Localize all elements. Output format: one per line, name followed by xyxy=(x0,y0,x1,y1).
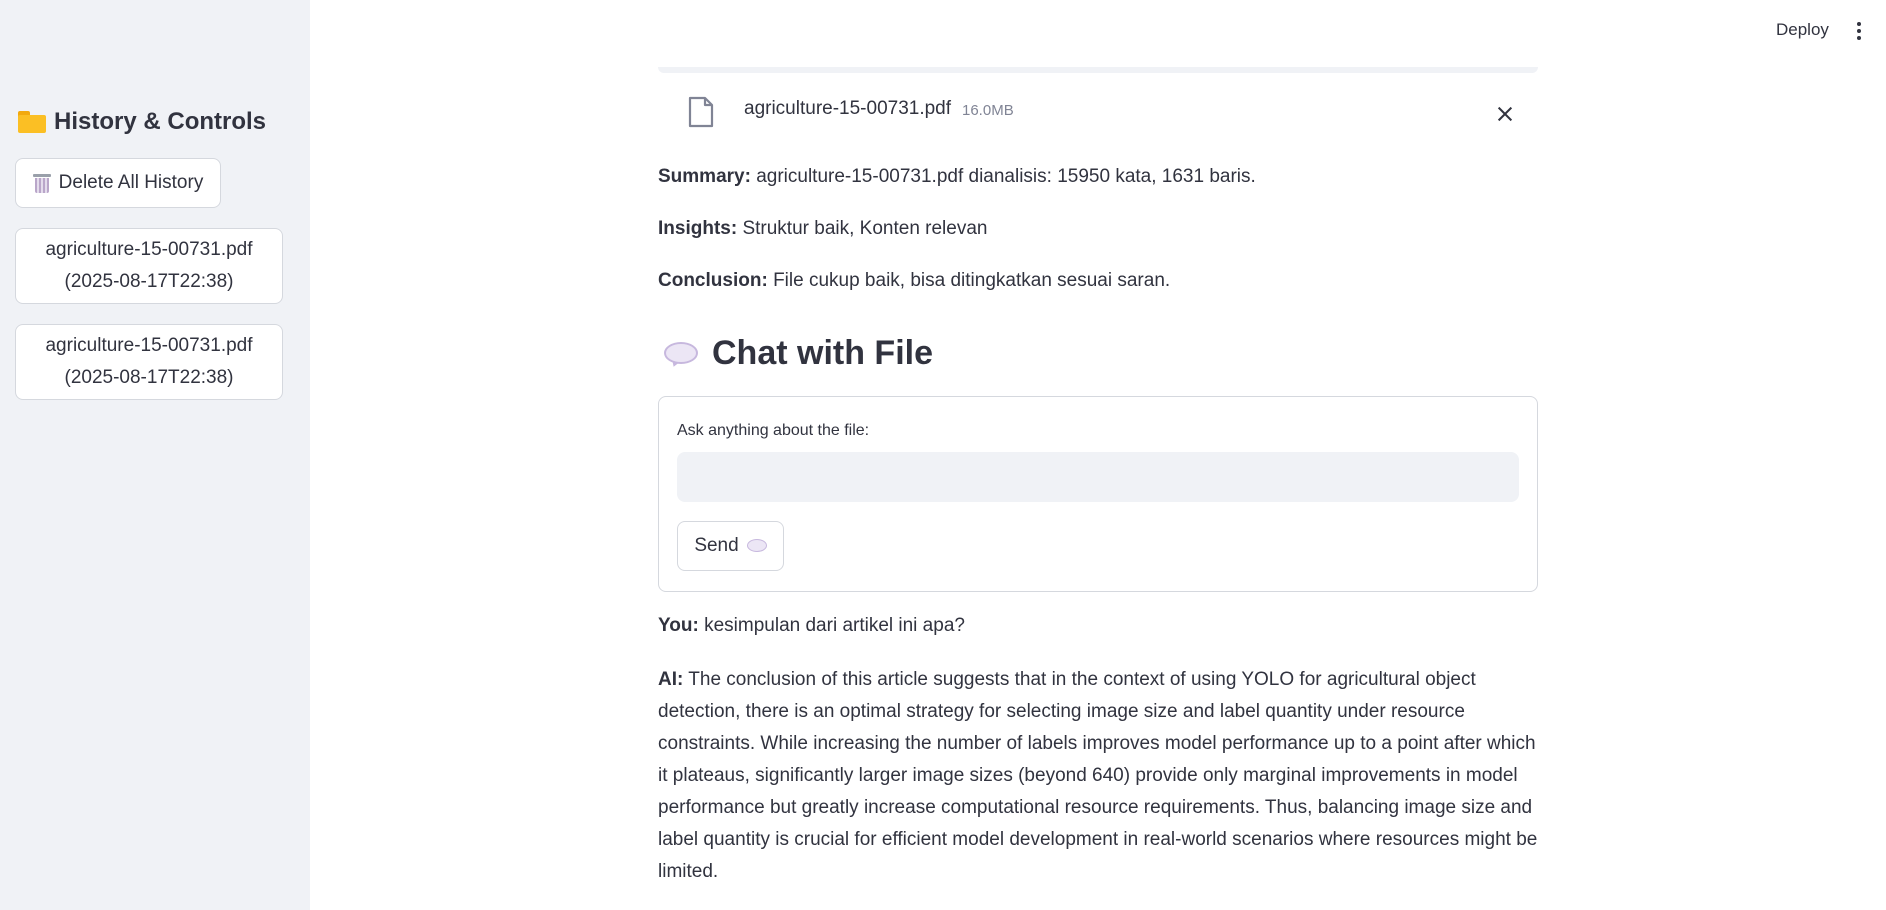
history-item-time: (2025-08-17T22:38) xyxy=(64,271,234,292)
insights-line: Insights: Struktur baik, Konten relevan xyxy=(658,218,987,240)
history-item[interactable]: agriculture-15-00731.pdf (2025-08-17T22:… xyxy=(15,228,283,304)
insights-text: Struktur baik, Konten relevan xyxy=(742,218,988,239)
send-label: Send xyxy=(694,535,739,556)
ai-message-label: AI: xyxy=(658,669,684,690)
file-icon xyxy=(688,96,714,128)
summary-text: agriculture-15-00731.pdf dianalisis: 159… xyxy=(756,166,1256,187)
user-message-text: kesimpulan dari artikel ini apa? xyxy=(704,615,965,636)
insights-label: Insights: xyxy=(658,218,738,239)
deploy-button[interactable]: Deploy xyxy=(1776,20,1829,40)
file-uploader-bottom-edge xyxy=(658,67,1538,73)
ai-message-text: The conclusion of this article suggests … xyxy=(658,669,1538,882)
speech-bubble-icon xyxy=(664,341,698,368)
ai-message: AI: The conclusion of this article sugge… xyxy=(658,664,1540,888)
folder-icon xyxy=(18,111,46,133)
sidebar-title-text: History & Controls xyxy=(54,108,267,135)
speech-bubble-icon xyxy=(746,539,767,553)
conclusion-text: File cukup baik, bisa ditingkatkan sesua… xyxy=(773,270,1171,291)
kebab-menu-icon[interactable] xyxy=(1856,22,1862,40)
chat-heading: Chat with File xyxy=(664,334,933,373)
delete-all-history-button[interactable]: Delete All History xyxy=(15,158,221,208)
conclusion-label: Conclusion: xyxy=(658,270,768,291)
chat-input[interactable] xyxy=(677,452,1519,502)
history-item-name: agriculture-15-00731.pdf xyxy=(45,239,253,260)
close-icon[interactable] xyxy=(1494,103,1516,125)
delete-all-history-label: Delete All History xyxy=(58,172,204,193)
user-message: You: kesimpulan dari artikel ini apa? xyxy=(658,615,965,637)
send-button[interactable]: Send xyxy=(677,521,784,571)
history-item[interactable]: agriculture-15-00731.pdf (2025-08-17T22:… xyxy=(15,324,283,400)
history-item-time: (2025-08-17T22:38) xyxy=(64,367,234,388)
uploaded-file-size: 16.0MB xyxy=(962,102,1014,119)
history-item-name: agriculture-15-00731.pdf xyxy=(45,335,253,356)
uploaded-file-name: agriculture-15-00731.pdf xyxy=(744,98,952,119)
trash-icon xyxy=(32,173,51,193)
sidebar-title: History & Controls xyxy=(18,108,266,136)
conclusion-line: Conclusion: File cukup baik, bisa diting… xyxy=(658,270,1170,292)
user-message-label: You: xyxy=(658,615,699,636)
chat-input-label: Ask anything about the file: xyxy=(677,422,870,439)
summary-label: Summary: xyxy=(658,166,751,187)
chat-heading-text: Chat with File xyxy=(712,334,933,372)
sidebar: History & Controls Delete All History ag… xyxy=(0,0,310,910)
summary-line: Summary: agriculture-15-00731.pdf dianal… xyxy=(658,166,1256,188)
